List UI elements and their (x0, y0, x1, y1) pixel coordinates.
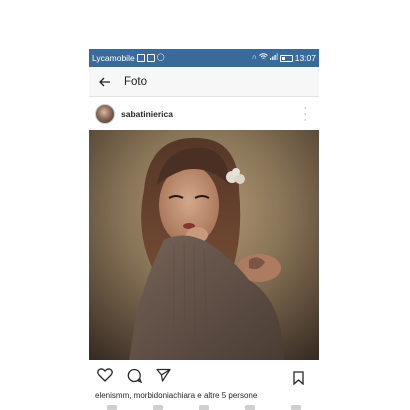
post-header: sabatinierica · · · (89, 97, 319, 130)
arrow-left-icon[interactable] (91, 67, 119, 96)
add-icon[interactable] (199, 405, 209, 410)
app-bar: Foto (89, 67, 319, 97)
comment-icon[interactable] (121, 362, 147, 388)
bottom-nav-partial (89, 403, 319, 410)
battery-icon (279, 54, 293, 62)
search-icon[interactable] (153, 405, 163, 410)
activity-icon[interactable] (245, 405, 255, 410)
status-left: Lycamobile ◯ (92, 53, 165, 63)
carrier-label: Lycamobile (92, 53, 135, 63)
post-actions (89, 362, 319, 388)
post-photo[interactable] (89, 130, 319, 360)
status-right: ∩ 13:07 (252, 53, 316, 63)
portrait-illustration (89, 130, 319, 360)
bookmark-icon[interactable] (285, 365, 311, 391)
signal-icon (269, 53, 278, 63)
sim-icon (136, 54, 145, 62)
username[interactable]: sabatinierica (121, 109, 173, 119)
clock: 13:07 (294, 53, 316, 63)
heart-icon[interactable] (92, 362, 118, 388)
home-icon[interactable] (107, 405, 117, 410)
image-icon (146, 54, 155, 62)
likes-text[interactable]: elenismm, morbidoniachiara e altre 5 per… (95, 391, 257, 400)
whatsapp-icon: ◯ (156, 54, 165, 61)
profile-icon[interactable] (291, 405, 301, 410)
more-vertical-icon[interactable]: · · · (303, 103, 307, 126)
share-icon[interactable] (150, 362, 176, 388)
page-title: Foto (124, 75, 148, 88)
phone-screen: Lycamobile ◯ ∩ 13:07 Foto sabatinierica … (89, 49, 319, 410)
avatar[interactable] (95, 103, 115, 124)
status-bar: Lycamobile ◯ ∩ 13:07 (89, 49, 319, 67)
headphones-icon: ∩ (251, 54, 257, 61)
wifi-icon (258, 53, 268, 63)
